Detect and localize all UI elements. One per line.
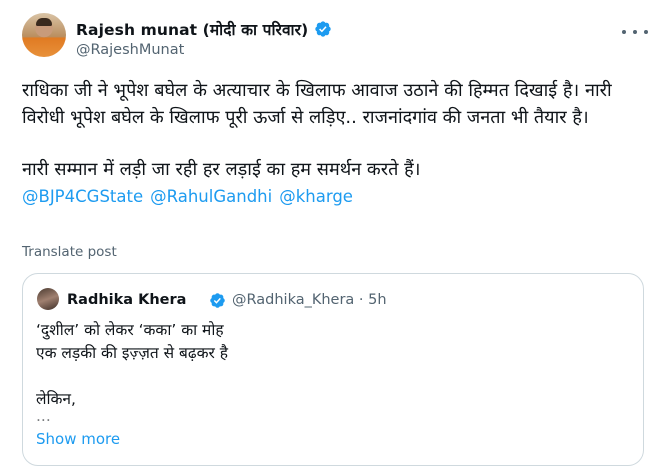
tweet-mentions: @BJP4CGState @RahulGandhi @kharge <box>22 184 652 211</box>
more-dot <box>644 30 648 34</box>
more-dot <box>633 30 637 34</box>
quoted-author-name[interactable]: Radhika Khera <box>67 292 186 308</box>
quoted-line-gap <box>36 365 626 388</box>
more-dot <box>622 30 626 34</box>
quoted-line-5: ... <box>36 411 51 421</box>
mention-link-kharge[interactable]: @kharge <box>279 187 353 206</box>
verified-badge-icon <box>315 21 331 37</box>
author-handle[interactable]: @RajeshMunat <box>76 42 184 58</box>
quoted-verified-badge-icon <box>210 293 225 308</box>
quoted-author-avatar[interactable] <box>37 288 59 310</box>
avatar-hair <box>36 18 52 26</box>
quoted-tweet[interactable]: Radhika Khera @Radhika_Khera · 5h ‘दुशील… <box>22 273 644 466</box>
author-avatar[interactable] <box>22 13 66 57</box>
mention-link-rahulgandhi[interactable]: @RahulGandhi <box>150 187 272 206</box>
translate-post-link[interactable]: Translate post <box>22 244 117 260</box>
tweet-text-paragraph-2: नारी सम्मान में लड़ी जा रही हर लड़ाई का … <box>22 159 421 180</box>
quoted-line-2: एक लड़की की इज़्ज़त से बढ़कर है <box>36 344 229 362</box>
quoted-line-4: लेकिन, <box>36 390 76 408</box>
mention-link-bjp4cgstate[interactable]: @BJP4CGState <box>22 187 143 206</box>
more-options-icon[interactable] <box>622 22 648 42</box>
tweet-text: राधिका जी ने भूपेश बघेल के अत्याचार के ख… <box>22 78 652 210</box>
quoted-author-handle-time: @Radhika_Khera · 5h <box>232 292 387 308</box>
author-name[interactable]: Rajesh munat (मोदी का परिवार) <box>76 18 308 40</box>
quoted-tweet-text: ‘दुशील’ को लेकर ‘कका’ का मोह एक लड़की की… <box>36 319 626 421</box>
show-more-link[interactable]: Show more <box>36 430 120 448</box>
quoted-line-1: ‘दुशील’ को लेकर ‘कका’ का मोह <box>36 321 224 339</box>
tweet-text-paragraph-1: राधिका जी ने भूपेश बघेल के अत्याचार के ख… <box>22 80 612 128</box>
tweet: Rajesh munat (मोदी का परिवार) @RajeshMun… <box>0 0 665 470</box>
